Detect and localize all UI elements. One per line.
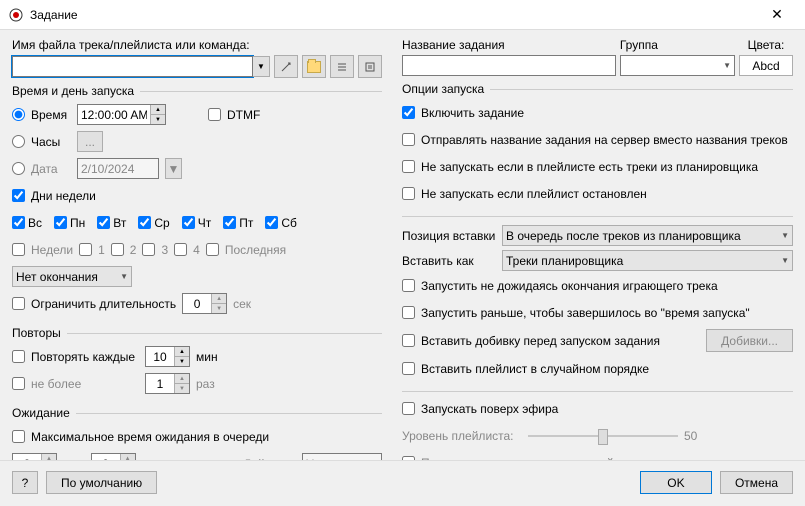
- sec-label: сек: [233, 297, 251, 311]
- weeks-label: Недели: [31, 243, 73, 257]
- filename-dropdown-arrow[interactable]: ▼: [253, 56, 270, 77]
- time-radio[interactable]: [12, 108, 25, 121]
- week-3: [142, 243, 155, 256]
- min-label: мин: [196, 350, 218, 364]
- no-more-label: не более: [31, 377, 139, 391]
- time-value-input[interactable]: [78, 105, 150, 124]
- time-radio-label: Время: [31, 108, 71, 122]
- day-sat[interactable]: [265, 216, 278, 229]
- hours-button[interactable]: ...: [77, 131, 103, 152]
- launch-legend: Опции запуска: [402, 82, 490, 96]
- colors-button[interactable]: Abcd: [739, 55, 793, 76]
- dow-checkbox[interactable]: [12, 189, 25, 202]
- limit-duration-label: Ограничить длительность: [31, 297, 176, 311]
- level-label: Уровень плейлиста:: [402, 429, 522, 443]
- week-4: [174, 243, 187, 256]
- level-value: 50: [684, 429, 697, 443]
- day-sun[interactable]: [12, 216, 25, 229]
- filename-label: Имя файла трека/плейлиста или команда:: [12, 38, 382, 52]
- list-button-1[interactable]: [330, 55, 354, 78]
- insert-pos-label: Позиция вставки: [402, 229, 498, 243]
- insert-jingle-checkbox[interactable]: [402, 334, 415, 347]
- repeat-every-checkbox[interactable]: [12, 350, 25, 363]
- enable-task-checkbox[interactable]: [402, 106, 415, 119]
- ending-value: Нет окончания: [16, 270, 98, 284]
- wizard-button[interactable]: [274, 55, 298, 78]
- limit-duration-checkbox[interactable]: [12, 297, 25, 310]
- group-label: Группа: [620, 38, 735, 52]
- day-mon[interactable]: [54, 216, 67, 229]
- week-last: [206, 243, 219, 256]
- run-no-wait-checkbox[interactable]: [402, 279, 415, 292]
- time-group-legend: Время и день запуска: [12, 84, 140, 98]
- date-combo: 2/10/2024: [77, 158, 159, 179]
- week-2: [111, 243, 124, 256]
- no-run-tracks-checkbox[interactable]: [402, 160, 415, 173]
- cancel-button[interactable]: Отмена: [720, 471, 793, 494]
- hours-radio[interactable]: [12, 135, 25, 148]
- repeat-every-label: Повторять каждые: [31, 350, 139, 364]
- no-run-stopped-checkbox[interactable]: [402, 187, 415, 200]
- browse-button[interactable]: [302, 55, 326, 78]
- max-wait-checkbox[interactable]: [12, 430, 25, 443]
- filename-input[interactable]: [12, 56, 253, 77]
- colors-label: Цвета:: [739, 38, 793, 52]
- limit-duration-spinner: ▲▼: [182, 293, 227, 314]
- app-icon: [8, 7, 24, 23]
- insert-as-combo[interactable]: Треки планировщика▼: [502, 250, 793, 271]
- no-more-spinner: ▲▼: [145, 373, 190, 394]
- no-more-value: [146, 374, 174, 393]
- day-fri[interactable]: [223, 216, 236, 229]
- help-button[interactable]: ?: [12, 471, 38, 494]
- spin-up[interactable]: ▲: [150, 105, 165, 115]
- time-spinner[interactable]: ▲▼: [77, 104, 166, 125]
- hours-radio-label: Часы: [31, 135, 71, 149]
- window-title: Задание: [30, 8, 757, 22]
- list-button-2[interactable]: [358, 55, 382, 78]
- dtmf-checkbox[interactable]: [208, 108, 221, 121]
- group-combo[interactable]: ▼: [620, 55, 735, 76]
- week-1: [79, 243, 92, 256]
- date-radio[interactable]: [12, 162, 25, 175]
- repeat-every-value[interactable]: [146, 347, 174, 366]
- insert-as-label: Вставить как: [402, 254, 498, 268]
- max-wait-label: Максимальное время ожидания в очереди: [31, 430, 269, 444]
- day-wed[interactable]: [138, 216, 151, 229]
- close-button[interactable]: ✕: [757, 0, 797, 30]
- level-slider: [528, 426, 678, 446]
- date-value: 2/10/2024: [81, 162, 134, 176]
- no-more-checkbox[interactable]: [12, 377, 25, 390]
- repeat-every-spinner[interactable]: ▲▼: [145, 346, 190, 367]
- folder-icon: [307, 61, 321, 73]
- ending-combo[interactable]: Нет окончания▼: [12, 266, 132, 287]
- date-radio-label: Дата: [31, 162, 71, 176]
- day-tue[interactable]: [97, 216, 110, 229]
- shuffle-checkbox[interactable]: [402, 362, 415, 375]
- dtmf-label: DTMF: [227, 108, 260, 122]
- day-thu[interactable]: [182, 216, 195, 229]
- task-name-input[interactable]: [402, 55, 616, 76]
- ok-button[interactable]: OK: [640, 471, 712, 494]
- task-name-label: Название задания: [402, 38, 616, 52]
- jingles-button: Добивки...: [706, 329, 793, 352]
- defaults-button[interactable]: По умолчанию: [46, 471, 157, 494]
- spin-down[interactable]: ▼: [150, 115, 165, 124]
- dow-label: Дни недели: [31, 189, 96, 203]
- wait-legend: Ожидание: [12, 406, 76, 420]
- date-dropdown: ▼: [165, 158, 182, 179]
- limit-duration-value: [183, 294, 211, 313]
- send-name-checkbox[interactable]: [402, 133, 415, 146]
- run-earlier-checkbox[interactable]: [402, 306, 415, 319]
- repeat-legend: Повторы: [12, 326, 67, 340]
- over-air-checkbox[interactable]: [402, 402, 415, 415]
- weeks-checkbox[interactable]: [12, 243, 25, 256]
- insert-pos-combo[interactable]: В очередь после треков из планировщика▼: [502, 225, 793, 246]
- times-label: раз: [196, 377, 215, 391]
